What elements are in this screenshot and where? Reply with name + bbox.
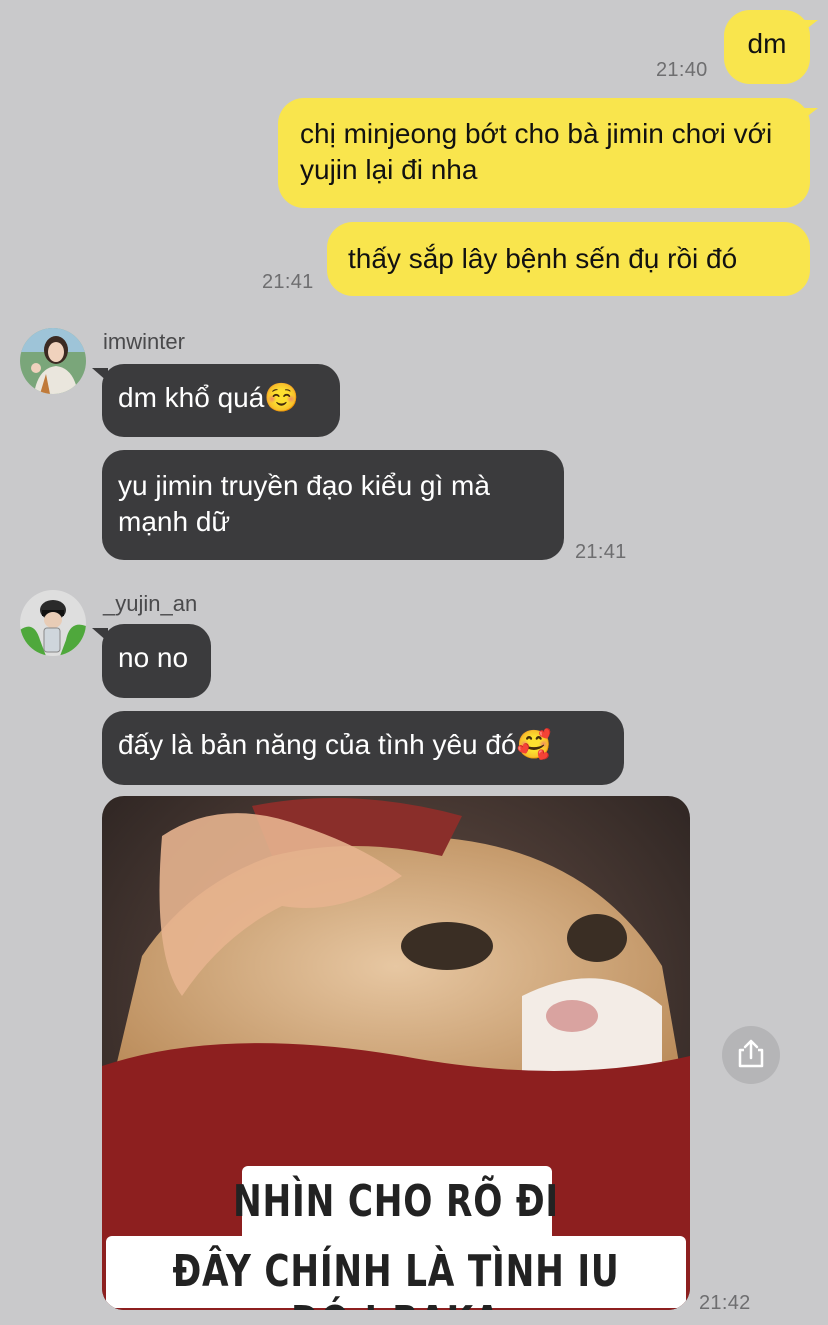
meme-caption-line2: ĐÂY CHÍNH LÀ TÌNH IU ĐÓ ! BAKA (172, 1246, 620, 1310)
outgoing-message[interactable]: dm (724, 10, 810, 84)
message-text: yu jimin truyền đạo kiểu gì mà mạnh dữ (118, 470, 490, 537)
cat-photo (102, 796, 690, 1310)
message-text: no no (118, 642, 189, 673)
bubble-tail (800, 20, 818, 34)
incoming-message[interactable]: yu jimin truyền đạo kiểu gì mà mạnh dữ (102, 450, 564, 560)
outgoing-message[interactable]: thấy sắp lây bệnh sến đụ rồi đó (327, 222, 810, 296)
message-time: 21:41 (262, 271, 314, 293)
message-text: đấy là bản năng của tình yêu đó🥰 (118, 729, 552, 760)
meme-image[interactable]: NHÌN CHO RÕ ĐI ĐÂY CHÍNH LÀ TÌNH IU ĐÓ !… (102, 796, 690, 1310)
share-icon (738, 1039, 764, 1068)
avatar-yujin[interactable] (20, 590, 86, 656)
avatar-imwinter[interactable] (20, 328, 86, 394)
incoming-message[interactable]: dm khổ quá☺️ (102, 364, 340, 437)
message-time: 21:41 (575, 541, 627, 563)
outgoing-message[interactable]: chị minjeong bớt cho bà jimin chơi với y… (278, 98, 810, 208)
share-button[interactable] (722, 1026, 780, 1084)
sender-name: _yujin_an (103, 591, 198, 616)
meme-caption-line1: NHÌN CHO RÕ ĐI (233, 1176, 559, 1227)
incoming-message[interactable]: no no (102, 624, 211, 698)
message-text: chị minjeong bớt cho bà jimin chơi với y… (300, 118, 773, 185)
bubble-tail (92, 368, 108, 382)
bubble-tail (800, 108, 818, 122)
message-text: thấy sắp lây bệnh sến đụ rồi đó (348, 243, 738, 274)
message-text: dm khổ quá☺️ (118, 382, 300, 413)
sender-name: imwinter (103, 329, 185, 354)
incoming-message[interactable]: đấy là bản năng của tình yêu đó🥰 (102, 711, 624, 785)
message-text: dm (747, 28, 787, 59)
bubble-tail (92, 628, 108, 642)
message-time: 21:40 (656, 59, 708, 81)
message-time: 21:42 (699, 1292, 751, 1314)
